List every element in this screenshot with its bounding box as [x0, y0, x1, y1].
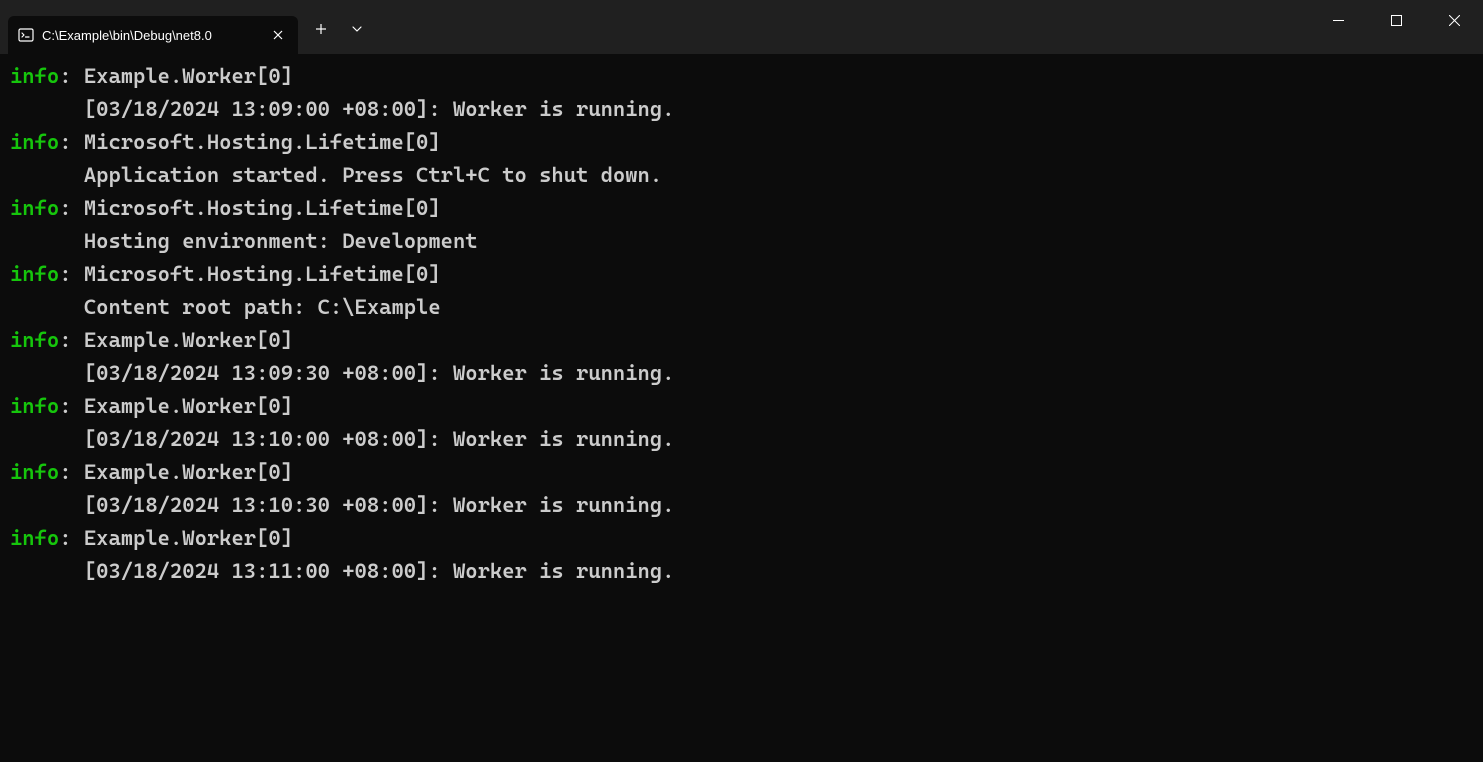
log-level: info: [10, 394, 59, 418]
log-entry-header: info: Example.Worker[0]: [10, 390, 1473, 423]
log-source: : Microsoft.Hosting.Lifetime[0]: [59, 262, 440, 286]
new-tab-button[interactable]: [302, 10, 340, 48]
log-entry-message: [03/18/2024 13:10:30 +08:00]: Worker is …: [10, 489, 1473, 522]
log-entry-header: info: Microsoft.Hosting.Lifetime[0]: [10, 192, 1473, 225]
log-source: : Example.Worker[0]: [59, 64, 293, 88]
maximize-button[interactable]: [1367, 0, 1425, 40]
terminal-output[interactable]: info: Example.Worker[0] [03/18/2024 13:0…: [0, 54, 1483, 762]
log-entry-message: [03/18/2024 13:10:00 +08:00]: Worker is …: [10, 423, 1473, 456]
log-message: Content root path: C:\Example: [10, 295, 441, 319]
minimize-button[interactable]: [1309, 0, 1367, 40]
log-level: info: [10, 130, 59, 154]
log-source: : Example.Worker[0]: [59, 460, 293, 484]
log-entry-message: [03/18/2024 13:09:00 +08:00]: Worker is …: [10, 93, 1473, 126]
log-message: [03/18/2024 13:10:00 +08:00]: Worker is …: [10, 427, 674, 451]
log-message: [03/18/2024 13:09:30 +08:00]: Worker is …: [10, 361, 674, 385]
tab-dropdown-button[interactable]: [340, 10, 374, 48]
log-level: info: [10, 460, 59, 484]
log-level: info: [10, 526, 59, 550]
terminal-tab[interactable]: C:\Example\bin\Debug\net8.0: [8, 16, 298, 54]
log-entry-header: info: Example.Worker[0]: [10, 522, 1473, 555]
log-source: : Microsoft.Hosting.Lifetime[0]: [59, 130, 440, 154]
log-entry-header: info: Microsoft.Hosting.Lifetime[0]: [10, 258, 1473, 291]
cursor-line: [10, 588, 1473, 621]
log-level: info: [10, 262, 59, 286]
log-level: info: [10, 328, 59, 352]
titlebar: C:\Example\bin\Debug\net8.0: [0, 0, 1483, 54]
log-entry-message: [03/18/2024 13:09:30 +08:00]: Worker is …: [10, 357, 1473, 390]
log-entry-message: Application started. Press Ctrl+C to shu…: [10, 159, 1473, 192]
window-controls: [1309, 0, 1483, 40]
log-entry-header: info: Example.Worker[0]: [10, 456, 1473, 489]
tab-title: C:\Example\bin\Debug\net8.0: [42, 28, 260, 43]
log-entry-header: info: Example.Worker[0]: [10, 324, 1473, 357]
log-message: [03/18/2024 13:11:00 +08:00]: Worker is …: [10, 559, 674, 583]
log-level: info: [10, 64, 59, 88]
log-source: : Microsoft.Hosting.Lifetime[0]: [59, 196, 440, 220]
log-message: [03/18/2024 13:10:30 +08:00]: Worker is …: [10, 493, 674, 517]
log-entry-header: info: Example.Worker[0]: [10, 60, 1473, 93]
log-entry-message: Hosting environment: Development: [10, 225, 1473, 258]
log-message: Application started. Press Ctrl+C to shu…: [10, 163, 662, 187]
tab-close-button[interactable]: [268, 25, 288, 45]
log-level: info: [10, 196, 59, 220]
terminal-icon: [18, 27, 34, 43]
log-entry-header: info: Microsoft.Hosting.Lifetime[0]: [10, 126, 1473, 159]
log-entry-message: Content root path: C:\Example: [10, 291, 1473, 324]
log-source: : Example.Worker[0]: [59, 526, 293, 550]
tab-region: C:\Example\bin\Debug\net8.0: [0, 0, 298, 54]
log-entry-message: [03/18/2024 13:11:00 +08:00]: Worker is …: [10, 555, 1473, 588]
log-source: : Example.Worker[0]: [59, 394, 293, 418]
log-message: Hosting environment: Development: [10, 229, 478, 253]
log-message: [03/18/2024 13:09:00 +08:00]: Worker is …: [10, 97, 674, 121]
window-close-button[interactable]: [1425, 0, 1483, 40]
log-source: : Example.Worker[0]: [59, 328, 293, 352]
